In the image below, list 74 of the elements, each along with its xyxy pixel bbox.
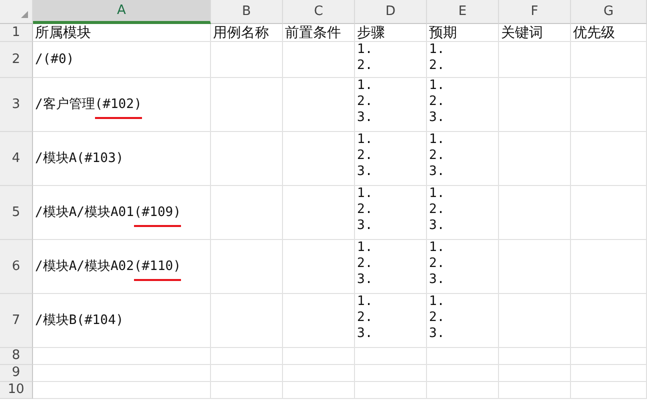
table-cell <box>211 382 283 399</box>
table-cell: 1. 2. <box>427 42 499 78</box>
table-cell <box>499 78 571 132</box>
table-cell: 1. 2. 3. <box>355 186 427 240</box>
column-header[interactable]: B <box>211 0 283 24</box>
table-cell: 关键词 <box>499 24 571 42</box>
table-cell <box>355 348 427 365</box>
table-cell <box>427 348 499 365</box>
table-cell <box>355 365 427 382</box>
table-cell <box>283 42 355 78</box>
table-cell <box>283 78 355 132</box>
table-cell: /模块B(#104) <box>33 294 211 348</box>
table-cell: 1. 2. 3. <box>355 294 427 348</box>
row-header[interactable]: 8 <box>0 348 33 365</box>
table-cell: 1. 2. 3. <box>427 78 499 132</box>
table-cell <box>499 365 571 382</box>
table-cell <box>211 42 283 78</box>
table-cell <box>283 132 355 186</box>
table-cell <box>499 240 571 294</box>
corner-triangle-icon <box>21 11 28 18</box>
table-cell <box>211 294 283 348</box>
table-cell <box>499 132 571 186</box>
table-cell <box>211 365 283 382</box>
table-cell <box>283 348 355 365</box>
table-cell <box>211 240 283 294</box>
table-cell: 前置条件 <box>283 24 355 42</box>
table-cell <box>211 186 283 240</box>
row-header[interactable]: 1 <box>0 24 33 42</box>
table-cell <box>283 365 355 382</box>
column-header[interactable]: G <box>571 0 647 24</box>
table-cell <box>283 382 355 399</box>
table-cell: 1. 2. 3. <box>427 240 499 294</box>
row-header[interactable]: 9 <box>0 365 33 382</box>
table-cell <box>211 78 283 132</box>
table-cell <box>283 294 355 348</box>
row-header[interactable]: 10 <box>0 382 33 399</box>
table-cell <box>283 186 355 240</box>
column-header[interactable]: A <box>33 0 211 24</box>
row-header[interactable]: 6 <box>0 240 33 294</box>
table-cell: 所属模块 <box>33 24 211 42</box>
table-cell: /模块A(#103) <box>33 132 211 186</box>
table-cell <box>211 132 283 186</box>
table-cell <box>427 382 499 399</box>
column-header[interactable]: D <box>355 0 427 24</box>
table-cell: 1. 2. 3. <box>355 240 427 294</box>
row-header[interactable]: 3 <box>0 78 33 132</box>
row-header[interactable]: 7 <box>0 294 33 348</box>
table-cell: 用例名称 <box>211 24 283 42</box>
select-all-corner[interactable] <box>0 0 33 24</box>
row-header[interactable]: 4 <box>0 132 33 186</box>
table-cell <box>499 42 571 78</box>
table-cell: 1. 2. 3. <box>427 186 499 240</box>
column-header[interactable]: F <box>499 0 571 24</box>
table-cell: 预期 <box>427 24 499 42</box>
table-cell <box>211 348 283 365</box>
table-cell: 1. 2. <box>355 42 427 78</box>
row-header[interactable]: 2 <box>0 42 33 78</box>
table-cell <box>499 294 571 348</box>
row-header[interactable]: 5 <box>0 186 33 240</box>
table-cell <box>499 382 571 399</box>
table-cell <box>499 348 571 365</box>
table-cell: 1. 2. 3. <box>355 78 427 132</box>
table-cell: 步骤 <box>355 24 427 42</box>
table-cell: 1. 2. 3. <box>427 294 499 348</box>
table-cell: 1. 2. 3. <box>355 132 427 186</box>
table-cell <box>283 240 355 294</box>
table-cell: 1. 2. 3. <box>427 132 499 186</box>
column-header[interactable]: E <box>427 0 499 24</box>
table-cell: 优先级 <box>571 24 647 42</box>
table-cell <box>499 186 571 240</box>
table-cell <box>427 365 499 382</box>
table-cell <box>355 382 427 399</box>
column-header[interactable]: C <box>283 0 355 24</box>
table-cell: /(#0) <box>33 42 211 78</box>
